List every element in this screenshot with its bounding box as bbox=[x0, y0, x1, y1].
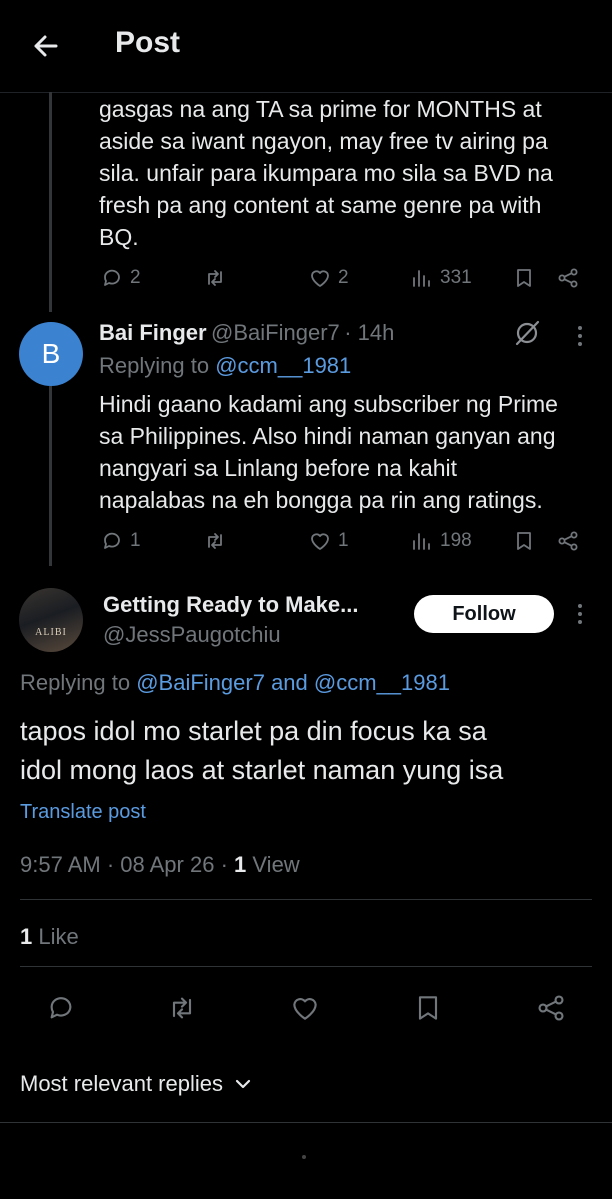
reply-action[interactable]: 1 bbox=[100, 529, 141, 553]
thread-line bbox=[49, 92, 52, 312]
repost-action[interactable] bbox=[203, 266, 227, 290]
reply-count: 2 bbox=[130, 267, 141, 288]
mention-link[interactable]: @BaiFinger7 bbox=[136, 670, 265, 695]
share-action[interactable] bbox=[556, 529, 580, 553]
views-count: 198 bbox=[440, 530, 472, 551]
heart-icon bbox=[311, 533, 329, 550]
text-line: sa Philippines. Also hindi naman ganyan … bbox=[99, 423, 556, 449]
thread-line bbox=[49, 386, 52, 566]
bookmark-action[interactable] bbox=[512, 529, 536, 553]
post-meta: 9:57 AM · 08 Apr 26 · 1 View bbox=[20, 852, 300, 878]
reply-header: Bai Finger @BaiFinger7 · 14h bbox=[99, 320, 394, 346]
text-line: sila. unfair para ikumpara mo sila sa BV… bbox=[99, 160, 553, 186]
reply-action[interactable]: 2 bbox=[100, 266, 141, 290]
more-options-icon[interactable] bbox=[570, 323, 590, 349]
bookmark-icon bbox=[517, 269, 531, 287]
like-count: 2 bbox=[338, 267, 349, 288]
mention-link[interactable]: @ccm__1981 bbox=[215, 353, 351, 378]
share-icon bbox=[558, 531, 578, 551]
repost-action[interactable] bbox=[203, 529, 227, 553]
top-bar bbox=[0, 0, 612, 93]
share-icon bbox=[558, 268, 578, 288]
text-line: nangyari sa Linlang before na kahit bbox=[99, 455, 458, 481]
reply-count: 1 bbox=[130, 530, 141, 551]
text-line: idol mong laos at starlet naman yung isa bbox=[20, 755, 504, 785]
divider bbox=[0, 1122, 612, 1123]
reply-icon bbox=[104, 269, 120, 286]
repost-icon bbox=[208, 533, 222, 549]
repost-icon[interactable] bbox=[166, 992, 198, 1024]
replying-prefix: Replying to bbox=[20, 670, 131, 695]
views-action[interactable]: 198 bbox=[410, 529, 472, 553]
views-icon bbox=[413, 533, 430, 550]
divider bbox=[20, 966, 592, 967]
views-count: 331 bbox=[440, 267, 472, 288]
bookmark-action[interactable] bbox=[512, 266, 536, 290]
reply-text: Hindi gaano kadami ang subscriber ng Pri… bbox=[99, 388, 599, 516]
divider bbox=[20, 899, 592, 900]
like-action[interactable]: 2 bbox=[308, 266, 349, 290]
grok-icon[interactable] bbox=[512, 318, 542, 348]
mention-link[interactable]: @ccm__1981 bbox=[314, 670, 450, 695]
avatar[interactable]: B bbox=[19, 322, 83, 386]
home-indicator-dot bbox=[302, 1155, 306, 1159]
translate-link[interactable]: Translate post bbox=[20, 801, 146, 824]
replies-sort-label: Most relevant replies bbox=[20, 1071, 223, 1096]
text-line: tapos idol mo starlet pa din focus ka sa bbox=[20, 716, 487, 746]
like-label: Like bbox=[38, 924, 79, 949]
bookmark-icon bbox=[517, 532, 531, 550]
avatar[interactable]: ALIBI bbox=[19, 588, 83, 652]
heart-icon bbox=[311, 270, 329, 287]
text-line: gasgas na ang TA sa prime for MONTHS at bbox=[99, 96, 542, 122]
like-action[interactable]: 1 bbox=[308, 529, 349, 553]
replying-prefix: Replying to bbox=[99, 353, 210, 378]
text-line: fresh pa ang content at same genre pa wi… bbox=[99, 192, 542, 218]
view-label: View bbox=[252, 852, 300, 877]
share-icon[interactable] bbox=[535, 992, 567, 1024]
text-line: napalabas na eh bongga pa rin ang rating… bbox=[99, 487, 543, 513]
views-icon bbox=[413, 270, 430, 287]
like-count: 1 bbox=[338, 530, 349, 551]
heart-icon[interactable] bbox=[289, 992, 321, 1024]
follow-button[interactable]: Follow bbox=[414, 595, 554, 633]
bookmark-icon[interactable] bbox=[412, 992, 444, 1024]
prev-reply-text: gasgas na ang TA sa prime for MONTHS at … bbox=[99, 93, 599, 253]
avatar-letter: B bbox=[41, 338, 61, 369]
author-handle[interactable]: @BaiFinger7 bbox=[211, 320, 340, 345]
page-title: Post bbox=[115, 26, 181, 59]
back-arrow-icon[interactable] bbox=[28, 28, 64, 64]
post-timestamp: 9:57 AM · 08 Apr 26 · bbox=[20, 852, 228, 877]
views-action[interactable]: 331 bbox=[410, 266, 472, 290]
post-time: · 14h bbox=[344, 320, 395, 345]
replying-to: Replying to @ccm__1981 bbox=[99, 353, 351, 379]
text-line: aside sa iwant ngayon, may free tv airin… bbox=[99, 128, 548, 154]
author-handle[interactable]: @JessPaugotchiu bbox=[103, 622, 281, 648]
text-line: BQ. bbox=[99, 224, 139, 250]
replying-and: and bbox=[271, 670, 308, 695]
replying-to: Replying to @BaiFinger7 and @ccm__1981 bbox=[20, 670, 450, 696]
chevron-down-icon bbox=[235, 1079, 251, 1089]
replies-sort-dropdown[interactable]: Most relevant replies bbox=[20, 1071, 253, 1097]
view-count: 1 bbox=[234, 852, 247, 877]
author-name[interactable]: Bai Finger bbox=[99, 320, 207, 345]
repost-icon bbox=[208, 270, 222, 286]
author-name[interactable]: Getting Ready to Make... bbox=[103, 592, 359, 618]
text-line: Hindi gaano kadami ang subscriber ng Pri… bbox=[99, 391, 558, 417]
reply-icon[interactable] bbox=[45, 992, 77, 1024]
like-count: 1 bbox=[20, 924, 33, 949]
share-action[interactable] bbox=[556, 266, 580, 290]
more-options-icon[interactable] bbox=[570, 601, 590, 627]
reply-icon bbox=[104, 532, 120, 549]
post-text: tapos idol mo starlet pa din focus ka sa… bbox=[20, 712, 600, 790]
avatar-logo-text: ALIBI bbox=[35, 627, 67, 638]
likes-summary[interactable]: 1 Like bbox=[20, 924, 79, 950]
